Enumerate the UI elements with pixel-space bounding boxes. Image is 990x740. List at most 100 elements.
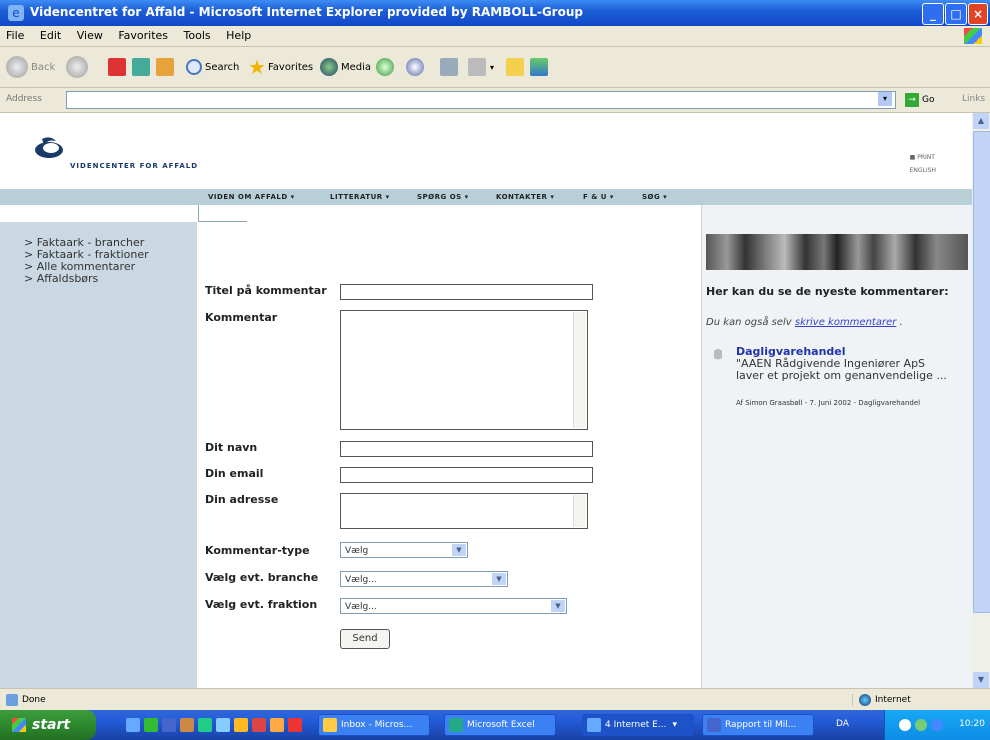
window-title: Videncentret for Affald - Microsoft Inte… <box>30 5 583 19</box>
nav-spoerg-os[interactable]: SPØRG OS ▾ <box>417 193 469 201</box>
refresh-button[interactable] <box>132 55 150 79</box>
menu-file[interactable]: File <box>0 26 30 45</box>
chevron-down-icon: ▾ <box>672 720 677 730</box>
nav-soeg[interactable]: SØG ▾ <box>642 193 667 201</box>
quicklaunch-folder-icon[interactable] <box>270 718 284 732</box>
stop-button[interactable] <box>108 55 126 79</box>
ie-icon: e <box>8 5 24 21</box>
email-input[interactable] <box>340 467 593 483</box>
clock: 10:20 <box>959 719 985 729</box>
history-button[interactable] <box>376 55 394 79</box>
fraction-select[interactable]: Vælg... ▼ <box>340 598 567 614</box>
right-sidebar <box>701 205 972 688</box>
messenger-button[interactable] <box>530 55 548 79</box>
textarea-scrollbar[interactable] <box>573 312 586 428</box>
top-links: ■ PRINT ENGLISH <box>910 151 936 177</box>
scroll-down-icon[interactable]: ▼ <box>973 672 989 688</box>
outlook-icon <box>323 718 337 732</box>
quicklaunch-media-icon[interactable] <box>234 718 248 732</box>
start-button[interactable]: start <box>0 710 96 740</box>
scrollbar-thumb[interactable] <box>973 131 990 613</box>
status-done: Done <box>6 694 46 706</box>
type-label: Kommentar-type <box>205 544 310 557</box>
print-link[interactable]: ■ PRINT <box>910 151 936 164</box>
nav-kontakter[interactable]: KONTAKTER ▾ <box>496 193 554 201</box>
folder-icon <box>506 58 524 76</box>
name-input[interactable] <box>340 441 593 457</box>
main-nav-bar <box>0 189 972 205</box>
language-indicator[interactable]: DA <box>836 719 849 729</box>
scroll-up-icon[interactable]: ▲ <box>973 113 989 129</box>
home-button[interactable] <box>156 55 174 79</box>
comment-meta: Af Simon Graasbøll - 7. Juni 2002 - Dagl… <box>736 399 921 407</box>
close-button[interactable]: × <box>968 3 988 25</box>
page-icon <box>6 694 18 706</box>
comment-excerpt: "AAEN Rådgivende Ingeniører ApS laver et… <box>736 357 947 382</box>
quicklaunch-ie-icon[interactable] <box>126 718 140 732</box>
email-label: Din email <box>205 467 264 480</box>
sidebar-item-affaldsboers[interactable]: > Affaldsbørs <box>24 272 98 285</box>
menu-bar: File Edit View Favorites Tools Help <box>0 26 990 47</box>
minimize-button[interactable]: _ <box>922 3 944 25</box>
quicklaunch-powerpoint-icon[interactable] <box>180 718 194 732</box>
home-icon <box>156 58 174 76</box>
excel-icon <box>449 718 463 732</box>
comment-textarea[interactable] <box>340 310 588 430</box>
quicklaunch-word-icon[interactable] <box>162 718 176 732</box>
volume-icon[interactable] <box>931 719 943 731</box>
links-button[interactable]: Links <box>962 94 985 104</box>
nav-litteratur[interactable]: LITTERATUR ▾ <box>330 193 390 201</box>
title-input[interactable] <box>340 284 593 300</box>
tray-app-icon[interactable] <box>915 719 927 731</box>
english-link[interactable]: ENGLISH <box>910 164 936 177</box>
task-excel[interactable]: Microsoft Excel <box>444 714 556 736</box>
write-comment-link[interactable]: skrive kommentarer <box>795 317 896 328</box>
task-inbox[interactable]: Inbox - Micros... <box>318 714 430 736</box>
send-button[interactable]: Send <box>340 629 390 649</box>
forward-button[interactable] <box>66 55 88 79</box>
chevron-down-icon: ▼ <box>452 544 466 556</box>
taskbar: start Inbox - Micros... Microsoft Excel … <box>0 710 990 740</box>
address-dropdown-icon[interactable]: ▾ <box>878 92 892 106</box>
page-scrollbar[interactable]: ▲ ▼ <box>972 113 990 688</box>
address-textarea-scrollbar[interactable] <box>573 495 586 527</box>
go-arrow-icon: → <box>905 93 919 107</box>
menu-favorites[interactable]: Favorites <box>112 26 174 45</box>
go-button[interactable]: → Go <box>905 93 934 107</box>
task-internet-explorer[interactable]: 4 Internet E... ▾ <box>582 714 694 736</box>
site-logo-icon <box>35 137 63 158</box>
print-button[interactable] <box>440 55 458 79</box>
stop-icon <box>108 58 126 76</box>
menu-edit[interactable]: Edit <box>34 26 67 45</box>
nav-f-og-u[interactable]: F & U ▾ <box>583 193 614 201</box>
menu-view[interactable]: View <box>71 26 109 45</box>
type-select[interactable]: Vælg ▼ <box>340 542 468 558</box>
address-field-label: Din adresse <box>205 493 279 506</box>
media-button[interactable]: Media <box>320 55 371 79</box>
favorites-button[interactable]: ★ Favorites <box>248 55 313 79</box>
mail-button[interactable] <box>406 55 424 79</box>
menu-tools[interactable]: Tools <box>178 26 217 45</box>
quicklaunch-mail-icon[interactable] <box>288 718 302 732</box>
menu-help[interactable]: Help <box>220 26 257 45</box>
address-bar: Address ▾ → Go Links <box>0 88 990 113</box>
quicklaunch-outlook-icon[interactable] <box>198 718 212 732</box>
page-viewport: VIDENCENTER FOR AFFALD ■ PRINT ENGLISH V… <box>0 113 972 688</box>
network-icon[interactable] <box>899 719 911 731</box>
quicklaunch-explorer-icon[interactable] <box>216 718 230 732</box>
quicklaunch-excel-icon[interactable] <box>144 718 158 732</box>
branch-select[interactable]: Vælg... ▼ <box>340 571 508 587</box>
ie-icon <box>587 718 601 732</box>
back-button[interactable]: Back <box>6 55 55 79</box>
chevron-down-icon: ▼ <box>492 573 506 585</box>
task-rapport[interactable]: Rapport til Mil... <box>702 714 814 736</box>
folder-button[interactable] <box>506 55 524 79</box>
address-textarea[interactable] <box>340 493 588 529</box>
edit-button[interactable]: ▾ <box>468 55 494 79</box>
system-tray: 10:20 <box>884 710 990 740</box>
nav-viden-om-affald[interactable]: VIDEN OM AFFALD ▾ <box>208 193 295 201</box>
quicklaunch-acrobat-icon[interactable] <box>252 718 266 732</box>
address-input[interactable] <box>66 91 896 109</box>
search-button[interactable]: Search <box>186 55 239 79</box>
maximize-button[interactable]: □ <box>945 3 967 25</box>
